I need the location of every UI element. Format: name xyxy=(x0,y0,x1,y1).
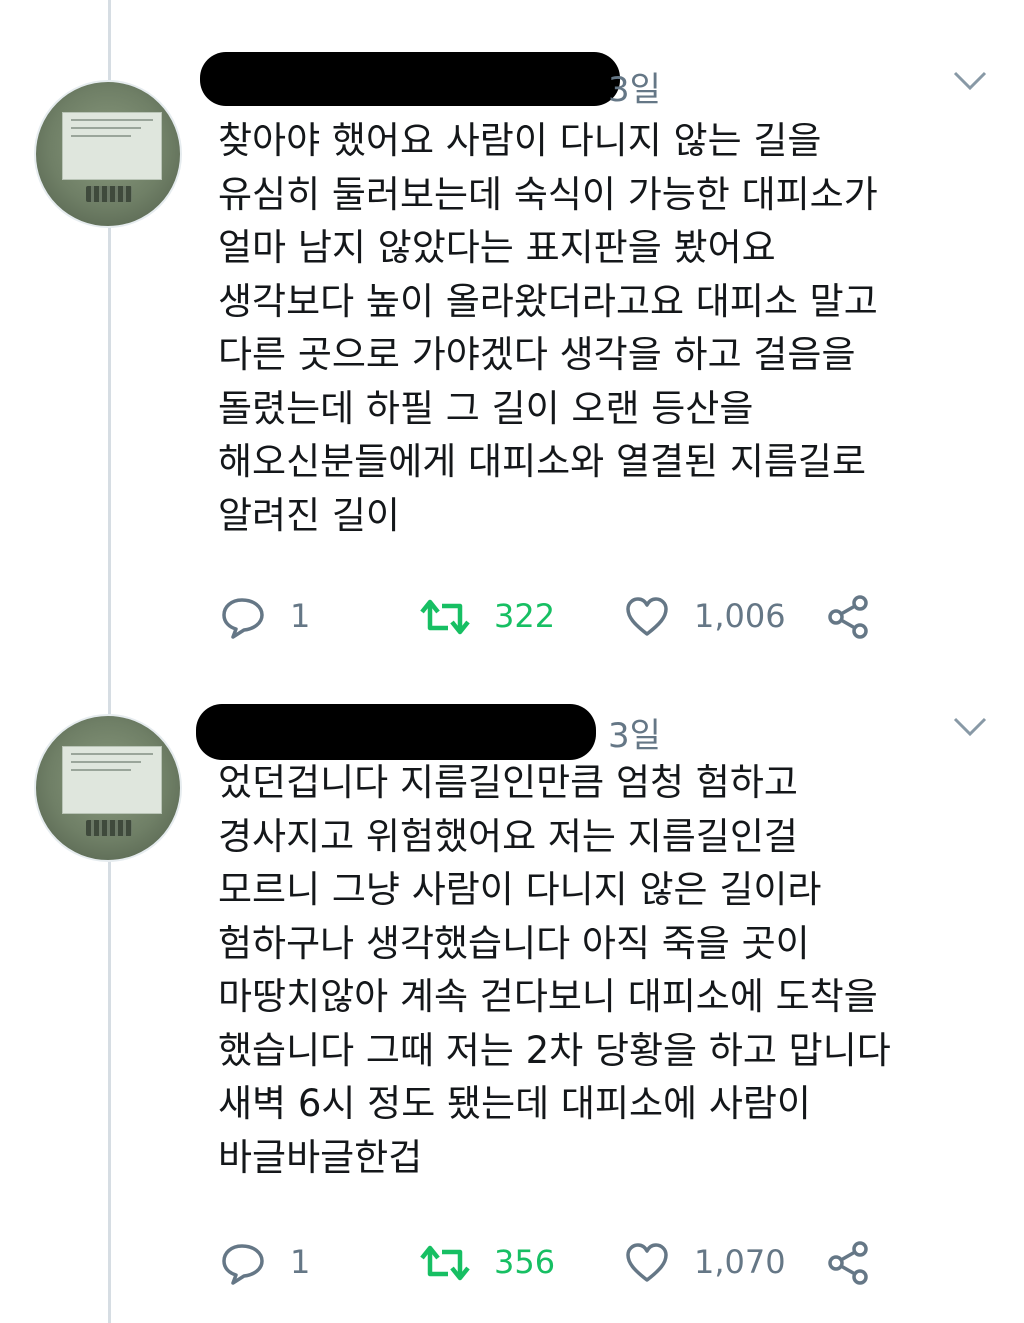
tweet-text-line: 얼마 남지 않았다는 표지판을 봤어요 xyxy=(218,226,776,269)
share-icon[interactable] xyxy=(826,594,872,640)
like-count: 1,070 xyxy=(694,1243,786,1281)
tweet-text-line: 었던겁니다 지름길인만큼 엄청 험하고 xyxy=(218,761,798,804)
tweet-text-line: 모르니 그냥 사람이 다니지 않은 길이라 xyxy=(218,868,822,911)
tweet-time[interactable]: 3일 xyxy=(608,62,661,111)
retweet-count: 322 xyxy=(494,597,556,635)
heart-icon[interactable] xyxy=(624,1242,670,1284)
reply-icon[interactable] xyxy=(220,1242,266,1286)
retweet-count: 356 xyxy=(494,1243,556,1281)
tweet-text-line: 찾아야 했어요 사람이 다니지 않는 길을 xyxy=(218,119,822,162)
tweet-text-line: 해오신분들에게 대피소와 열결된 지름길로 xyxy=(218,440,867,483)
tweet-text-line: 새벽 6시 정도 됐는데 대피소에 사람이 xyxy=(218,1082,811,1125)
share-icon[interactable] xyxy=(826,1240,872,1286)
chevron-down-icon[interactable] xyxy=(952,716,988,738)
tweet-time[interactable]: 3일 xyxy=(608,708,661,757)
tweet-text-line: 생각보다 높이 올라왔더라고요 대피소 말고 xyxy=(218,279,878,323)
redacted-username xyxy=(196,704,596,760)
tweet-text: 찾아야 했어요 사람이 다니지 않는 길을 유심히 둘러보는데 숙식이 가능한 … xyxy=(218,114,1008,542)
tweet-text-line: 다른 곳으로 가야겠다 생각을 하고 걸음을 xyxy=(218,333,856,376)
reply-count: 1 xyxy=(290,597,311,635)
tweet-text-line: 돌렸는데 하필 그 길이 오랜 등산을 xyxy=(218,386,754,430)
tweet-text-line: 마땅치않아 계속 걷다보니 대피소에 도착을 xyxy=(218,975,878,1018)
tweet-text-line: 알려진 길이 xyxy=(218,493,400,537)
retweet-icon[interactable] xyxy=(418,596,472,638)
reply-count: 1 xyxy=(290,1243,311,1281)
redacted-username xyxy=(200,52,620,106)
chevron-down-icon[interactable] xyxy=(952,70,988,92)
tweet-text-line: 험하구나 생각했습니다 아직 죽을 곳이 xyxy=(218,921,810,965)
tweet-actions: 1 322 1,006 xyxy=(0,594,1024,644)
retweet-icon[interactable] xyxy=(418,1242,472,1284)
tweet-text-line: 경사지고 위험했어요 저는 지름길인걸 xyxy=(218,814,798,858)
avatar[interactable] xyxy=(34,714,182,862)
tweet-actions: 1 356 1,070 xyxy=(0,1240,1024,1290)
reply-icon[interactable] xyxy=(220,596,266,640)
heart-icon[interactable] xyxy=(624,596,670,638)
like-count: 1,006 xyxy=(694,597,786,635)
tweet-text-line: 유심히 둘러보는데 숙식이 가능한 대피소가 xyxy=(218,172,878,216)
tweet-text-line: 바글바글한겁 xyxy=(218,1135,423,1179)
tweet-text-line: 했습니다 그때 저는 2차 당황을 하고 맙니다 xyxy=(218,1028,891,1072)
avatar[interactable] xyxy=(34,80,182,228)
tweet-text: 었던겁니다 지름길인만큼 엄청 험하고 경사지고 위험했어요 저는 지름길인걸 … xyxy=(218,756,1008,1184)
